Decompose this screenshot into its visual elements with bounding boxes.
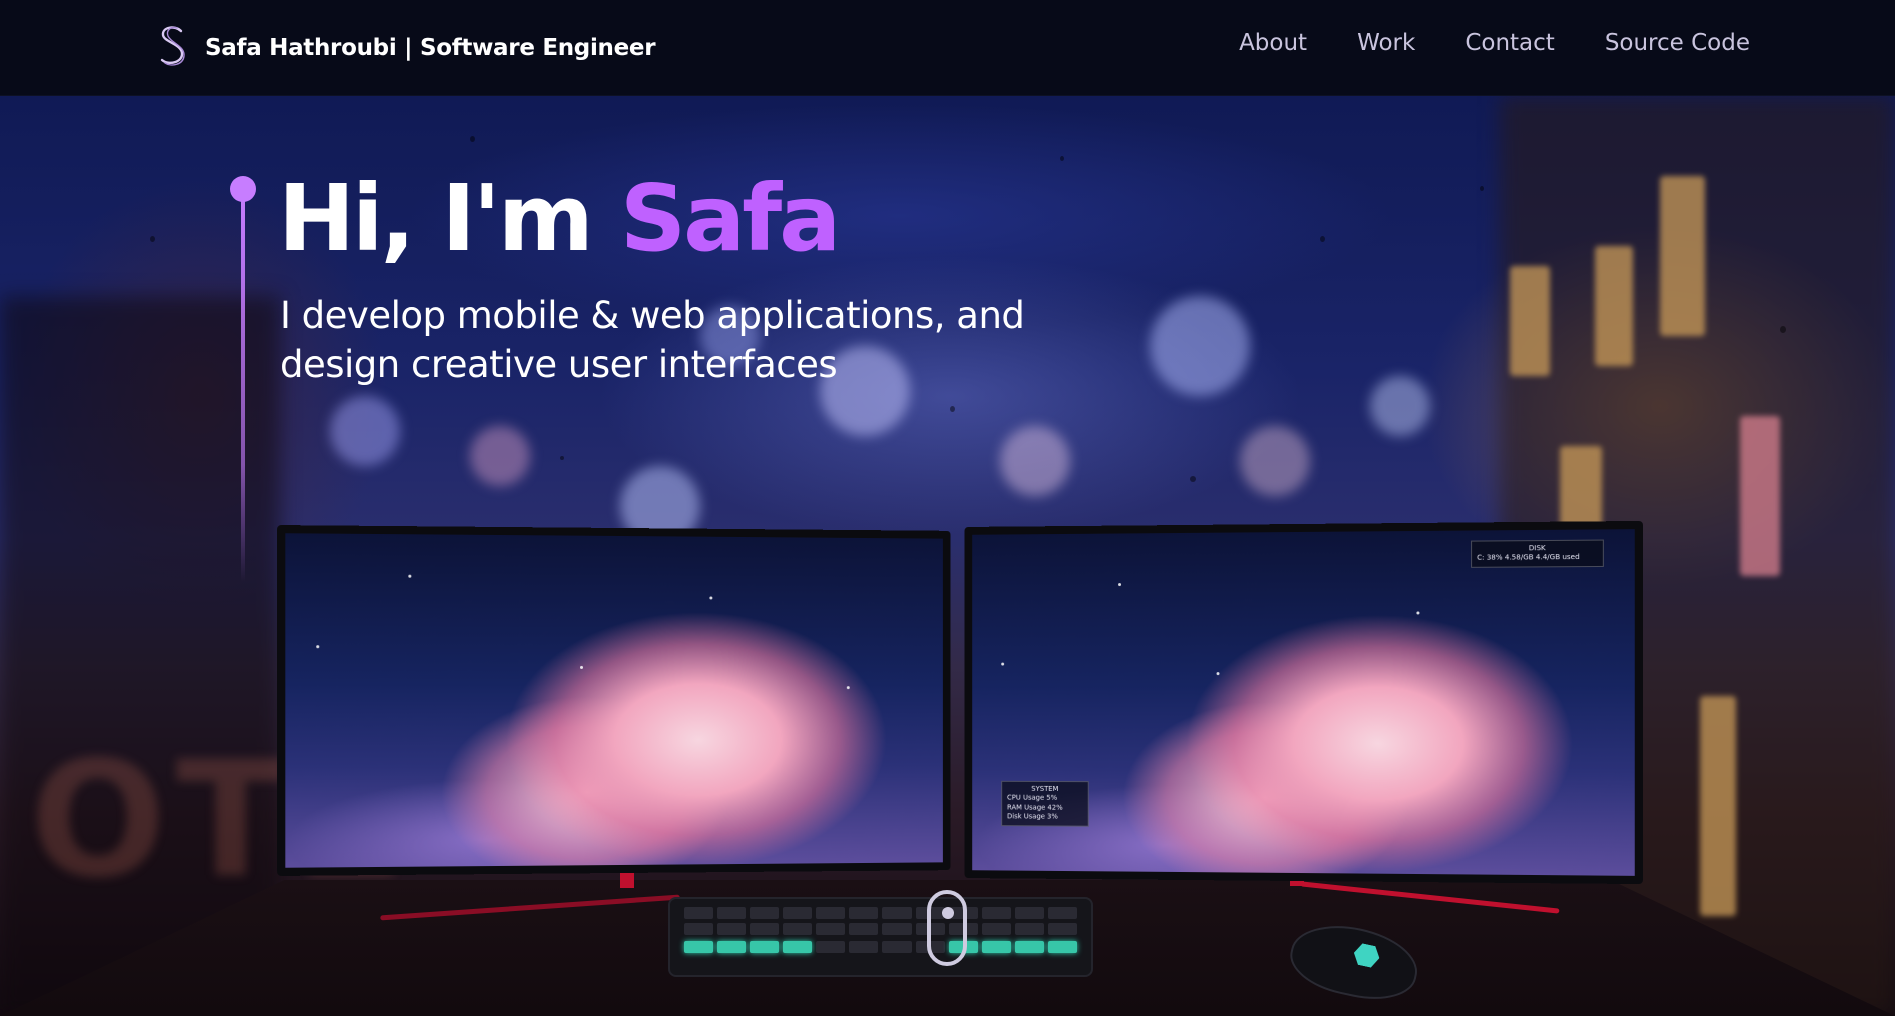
brand-link[interactable]: Safa Hathroubi | Software Engineer bbox=[155, 26, 655, 70]
star bbox=[847, 686, 850, 689]
right-monitor: DISK C: 38% 4.58/GB 4.4/GB used SYSTEM C… bbox=[964, 521, 1643, 884]
bokeh-light bbox=[330, 396, 400, 466]
key bbox=[982, 941, 1011, 953]
key bbox=[684, 941, 713, 953]
system-widget-line: RAM Usage 42% bbox=[1007, 803, 1083, 813]
bokeh-light bbox=[470, 426, 530, 486]
hero-greeting: Hi, I'm bbox=[278, 165, 620, 272]
star bbox=[709, 596, 712, 599]
nav-work-link[interactable]: Work bbox=[1357, 30, 1415, 56]
key bbox=[717, 941, 746, 953]
key-row bbox=[684, 941, 1077, 953]
key bbox=[684, 923, 713, 935]
main-nav: About Work Contact Source Code bbox=[1239, 30, 1750, 56]
disk-widget: DISK C: 38% 4.58/GB 4.4/GB used bbox=[1471, 540, 1604, 568]
key bbox=[816, 941, 845, 953]
window-light bbox=[1740, 416, 1780, 576]
brand-name: Safa Hathroubi | Software Engineer bbox=[205, 35, 655, 61]
key bbox=[750, 941, 779, 953]
raindrop bbox=[1780, 326, 1786, 333]
disk-widget-text: C: 38% 4.58/GB 4.4/GB used bbox=[1477, 553, 1598, 563]
key bbox=[783, 923, 812, 935]
left-monitor bbox=[277, 525, 951, 876]
bokeh-light bbox=[1150, 296, 1250, 396]
hero-subtitle: I develop mobile & web applications, and… bbox=[280, 292, 1100, 390]
hero-name: Safa bbox=[620, 165, 838, 272]
key bbox=[1048, 923, 1077, 935]
star bbox=[1001, 663, 1004, 666]
nav-about-link[interactable]: About bbox=[1239, 30, 1307, 56]
right-screen-wallpaper: DISK C: 38% 4.58/GB 4.4/GB used SYSTEM C… bbox=[972, 529, 1635, 876]
key bbox=[1048, 907, 1077, 919]
key-row bbox=[684, 907, 1077, 919]
key bbox=[882, 941, 911, 953]
star bbox=[408, 575, 411, 578]
star bbox=[1118, 583, 1121, 586]
key bbox=[849, 941, 878, 953]
key bbox=[1015, 923, 1044, 935]
key bbox=[982, 907, 1011, 919]
nav-contact-link[interactable]: Contact bbox=[1465, 30, 1554, 56]
key bbox=[816, 907, 845, 919]
raindrop bbox=[950, 406, 955, 412]
bokeh-light bbox=[1000, 426, 1070, 496]
key bbox=[882, 923, 911, 935]
top-navbar: Safa Hathroubi | Software Engineer About… bbox=[0, 0, 1895, 96]
hero-title: Hi, I'm Safa bbox=[278, 168, 838, 269]
system-widget: SYSTEM CPU Usage 5% RAM Usage 42% Disk U… bbox=[1001, 781, 1089, 827]
key bbox=[1048, 941, 1077, 953]
key bbox=[982, 923, 1011, 935]
key bbox=[1015, 941, 1044, 953]
raindrop bbox=[1190, 476, 1196, 482]
star bbox=[1416, 611, 1419, 614]
nav-source-code-link[interactable]: Source Code bbox=[1605, 30, 1750, 56]
key bbox=[684, 907, 713, 919]
star bbox=[316, 645, 319, 648]
key bbox=[849, 923, 878, 935]
system-widget-line: Disk Usage 3% bbox=[1007, 813, 1083, 823]
key bbox=[882, 907, 911, 919]
window-light bbox=[1660, 176, 1705, 336]
raindrop bbox=[1320, 236, 1325, 242]
key bbox=[717, 923, 746, 935]
raindrop bbox=[1060, 156, 1064, 161]
key bbox=[849, 907, 878, 919]
scroll-dot bbox=[942, 907, 954, 919]
raindrop bbox=[1480, 186, 1484, 191]
key bbox=[750, 907, 779, 919]
window-light bbox=[1510, 266, 1550, 376]
raindrop bbox=[150, 236, 155, 242]
key bbox=[783, 941, 812, 953]
mouse-scroll-icon[interactable] bbox=[927, 890, 967, 966]
star bbox=[580, 666, 583, 669]
s-monogram-icon bbox=[155, 24, 191, 72]
window-light bbox=[1700, 696, 1736, 916]
mouse-logo-icon bbox=[1352, 942, 1382, 969]
key-row bbox=[684, 923, 1077, 935]
timeline-line bbox=[241, 192, 245, 582]
key bbox=[717, 907, 746, 919]
keyboard bbox=[668, 897, 1093, 977]
star bbox=[1217, 672, 1220, 675]
key bbox=[783, 907, 812, 919]
window-light bbox=[1595, 246, 1633, 366]
system-widget-line: CPU Usage 5% bbox=[1007, 794, 1083, 804]
bokeh-light bbox=[1370, 376, 1430, 436]
key bbox=[750, 923, 779, 935]
raindrop bbox=[560, 456, 564, 460]
system-widget-title: SYSTEM bbox=[1007, 785, 1083, 795]
bokeh-light bbox=[1240, 426, 1310, 496]
key bbox=[1015, 907, 1044, 919]
raindrop bbox=[470, 136, 475, 142]
key bbox=[816, 923, 845, 935]
left-screen-wallpaper bbox=[285, 533, 943, 867]
